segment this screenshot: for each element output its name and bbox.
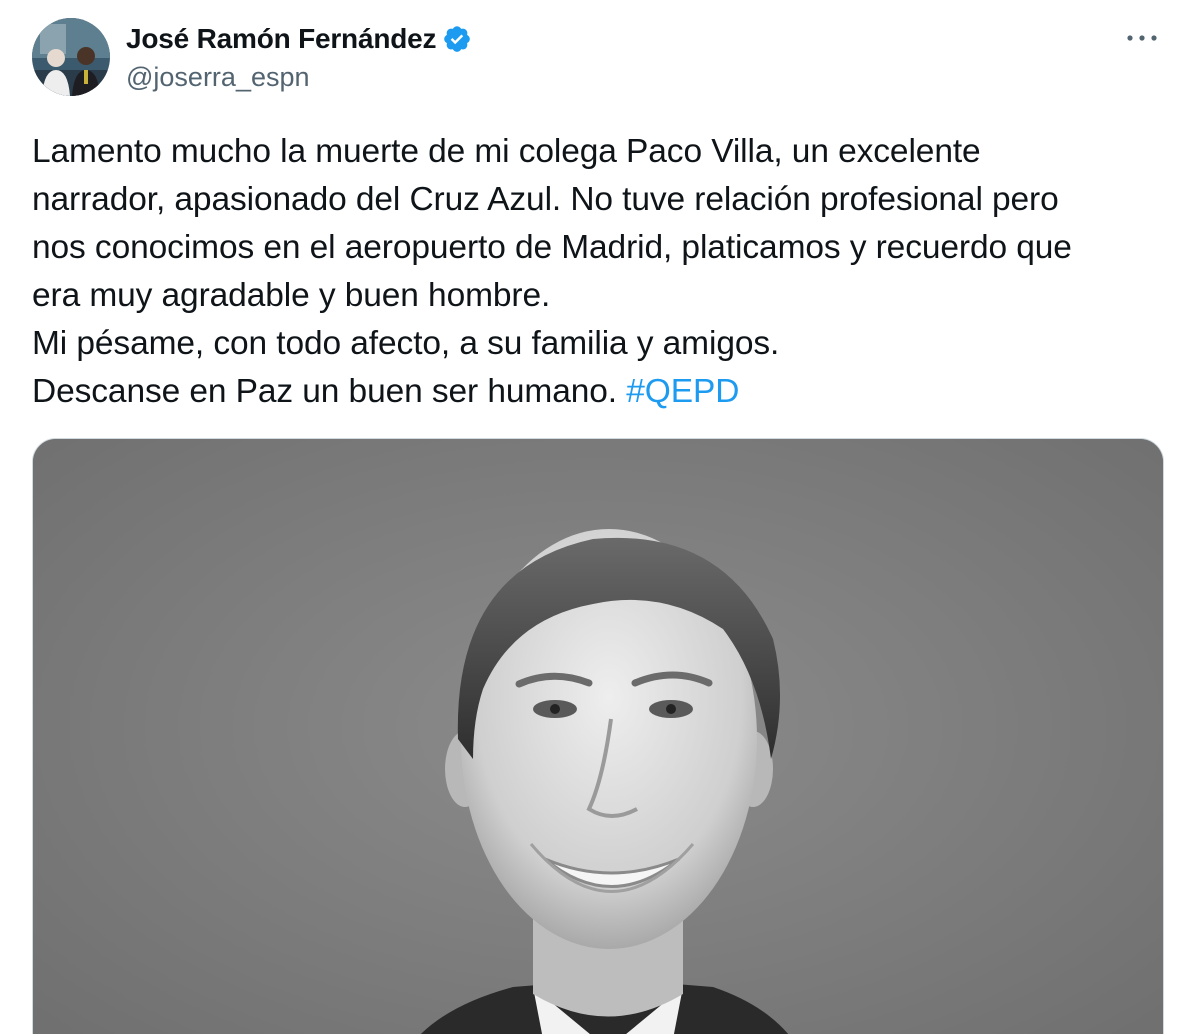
author-avatar[interactable] xyxy=(32,18,110,96)
author-handle[interactable]: @joserra_espn xyxy=(126,62,472,93)
tweet-line: nos conocimos en el aeropuerto de Madrid… xyxy=(32,229,1072,266)
tweet-last-line: Descanse en Paz un buen ser humano. #QEP… xyxy=(32,368,1152,416)
tweet-line: Mi pésame, con todo afecto, a su familia… xyxy=(32,325,780,362)
tweet-line: era muy agradable y buen hombre. xyxy=(32,277,551,314)
hashtag-link[interactable]: #QEPD xyxy=(626,373,739,410)
portrait-photo xyxy=(33,439,1163,1034)
tweet-line: narrador, apasionado del Cruz Azul. No t… xyxy=(32,181,1059,218)
author-names: José Ramón Fernández @joserra_espn xyxy=(126,20,472,93)
tweet-line-text: Descanse en Paz un buen ser humano. xyxy=(32,373,617,410)
more-options-icon[interactable] xyxy=(1122,22,1162,54)
verified-badge-icon[interactable] xyxy=(442,24,472,54)
tweet-text: Lamento mucho la muerte de mi colega Pac… xyxy=(32,128,1152,416)
tweet-card: José Ramón Fernández @joserra_espn Lamen… xyxy=(0,0,1192,1034)
author-display-name[interactable]: José Ramón Fernández xyxy=(126,23,437,55)
tweet-photo[interactable] xyxy=(32,438,1164,1034)
tweet-line: Lamento mucho la muerte de mi colega Pac… xyxy=(32,133,981,170)
